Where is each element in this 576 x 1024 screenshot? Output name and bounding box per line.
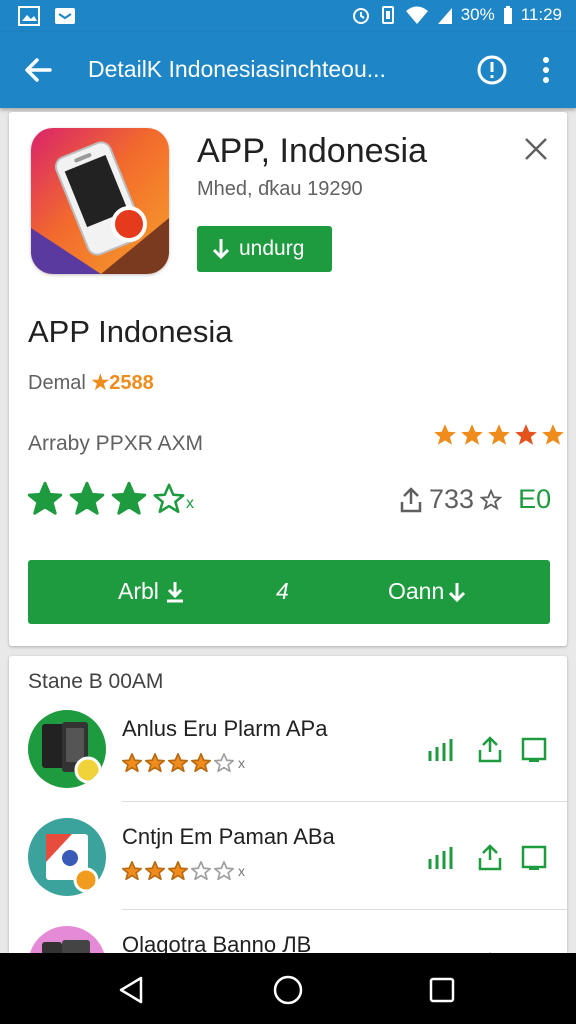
rating-x: x: [186, 495, 194, 512]
star-outline-icon: [153, 483, 185, 514]
image-icon: [18, 6, 40, 26]
app-bar: DetailK Indonesiasinchteou...: [0, 32, 576, 108]
metric-value: 733: [429, 484, 475, 514]
app-detail-line: Demal ★2588: [28, 370, 154, 395]
orange-rating: [432, 422, 566, 448]
download-icon: [166, 581, 183, 602]
app-detail-card: APP, Indonesia Mhed, ɗkau 19290 undurg A…: [9, 112, 567, 646]
star-outline-icon: [214, 753, 234, 773]
star-filled-icon: [145, 753, 165, 773]
star-filled-icon: [191, 753, 211, 773]
right-action-button[interactable]: Oann: [388, 578, 466, 605]
close-icon[interactable]: [521, 134, 551, 164]
download-arrow-icon: [212, 239, 230, 260]
list-item[interactable]: Anlus Eru Plarm APa x: [9, 694, 567, 802]
list-item-rating: x: [121, 860, 245, 882]
star-outline-icon: [480, 488, 503, 510]
phone-app-icon: [28, 710, 106, 788]
message-icon: [55, 8, 75, 24]
home-circle-icon[interactable]: [271, 973, 305, 1007]
star-filled-icon: [434, 424, 456, 445]
action-bar: Arbl 4 Oann: [28, 560, 550, 624]
star-filled-icon: [461, 424, 483, 445]
battery-percent: 30%: [460, 5, 495, 24]
info-icon[interactable]: [474, 52, 510, 88]
app-icon: [31, 128, 169, 274]
star-filled-icon: [515, 424, 537, 445]
down-arrow-icon: [449, 582, 466, 602]
star-filled-icon: [111, 481, 147, 515]
list-item-title: Anlus Eru Plarm APa: [122, 716, 328, 741]
battery-icon: [503, 6, 512, 24]
left-action-button[interactable]: Arbl: [118, 578, 185, 605]
star-filled-icon: [69, 481, 105, 515]
similar-apps-card: Stane B 00AM Anlus Eru Plarm APa x Cntjn…: [9, 656, 567, 966]
arraby-label: Arraby PPXR AXM: [28, 432, 204, 455]
star-outline-icon: [214, 861, 234, 881]
download-label: undurg: [239, 237, 305, 260]
star-filled-icon: [168, 753, 188, 773]
signal-bars-icon[interactable]: [427, 737, 459, 763]
back-triangle-icon[interactable]: [115, 973, 149, 1007]
app-name-heading: APP Indonesia: [28, 314, 233, 349]
star-filled-icon: [122, 753, 142, 773]
clock-time: 11:29: [520, 5, 562, 24]
status-bar: 30% 11:29: [0, 0, 576, 32]
share-up-icon: [400, 486, 422, 512]
vibrate-icon: [381, 6, 394, 24]
star-filled-icon: [122, 861, 142, 881]
metric-suffix: E0: [518, 484, 552, 514]
recents-square-icon[interactable]: [425, 973, 459, 1007]
list-item-title: Cntjn Em Paman ABa: [122, 824, 335, 849]
section-title: Stane B 00AM: [28, 670, 164, 693]
app-title: APP, Indonesia: [197, 132, 427, 170]
detail-prefix: Demal: [28, 372, 86, 394]
right-action-label: Oann: [388, 578, 445, 604]
list-item-rating: x: [121, 752, 245, 774]
download-button[interactable]: undurg: [197, 226, 332, 272]
share-icon[interactable]: [477, 844, 503, 872]
star-filled-icon: [145, 861, 165, 881]
left-action-label: Arbl: [118, 578, 159, 604]
star-outline-icon: [191, 861, 211, 881]
metric-row: 733 E0: [399, 484, 551, 515]
share-icon[interactable]: [477, 736, 503, 764]
bookmark-icon[interactable]: [521, 737, 547, 763]
alarm-icon: [352, 8, 369, 24]
star-filled-icon: [488, 424, 510, 445]
star-filled-icon: [168, 861, 188, 881]
detail-value: ★2588: [91, 372, 154, 394]
more-vert-icon[interactable]: [532, 52, 560, 88]
signal-bars-icon[interactable]: [427, 845, 459, 871]
rating-x: x: [238, 863, 245, 879]
chart-app-icon: [28, 818, 106, 896]
star-filled-icon: [542, 424, 564, 445]
list-item[interactable]: Cntjn Em Paman ABa x: [9, 802, 567, 910]
green-rating: x: [26, 480, 194, 518]
app-subtitle: Mhed, ɗkau 19290: [197, 178, 363, 200]
system-nav-bar: [0, 953, 576, 1024]
star-filled-icon: [27, 481, 63, 515]
app-bar-title: DetailK Indonesiasinchteou...: [88, 56, 386, 82]
bookmark-icon[interactable]: [521, 845, 547, 871]
back-arrow-icon[interactable]: [20, 52, 56, 88]
middle-action-button[interactable]: 4: [276, 578, 289, 605]
rating-x: x: [238, 755, 245, 771]
signal-icon: [437, 8, 452, 24]
wifi-icon: [405, 6, 428, 24]
